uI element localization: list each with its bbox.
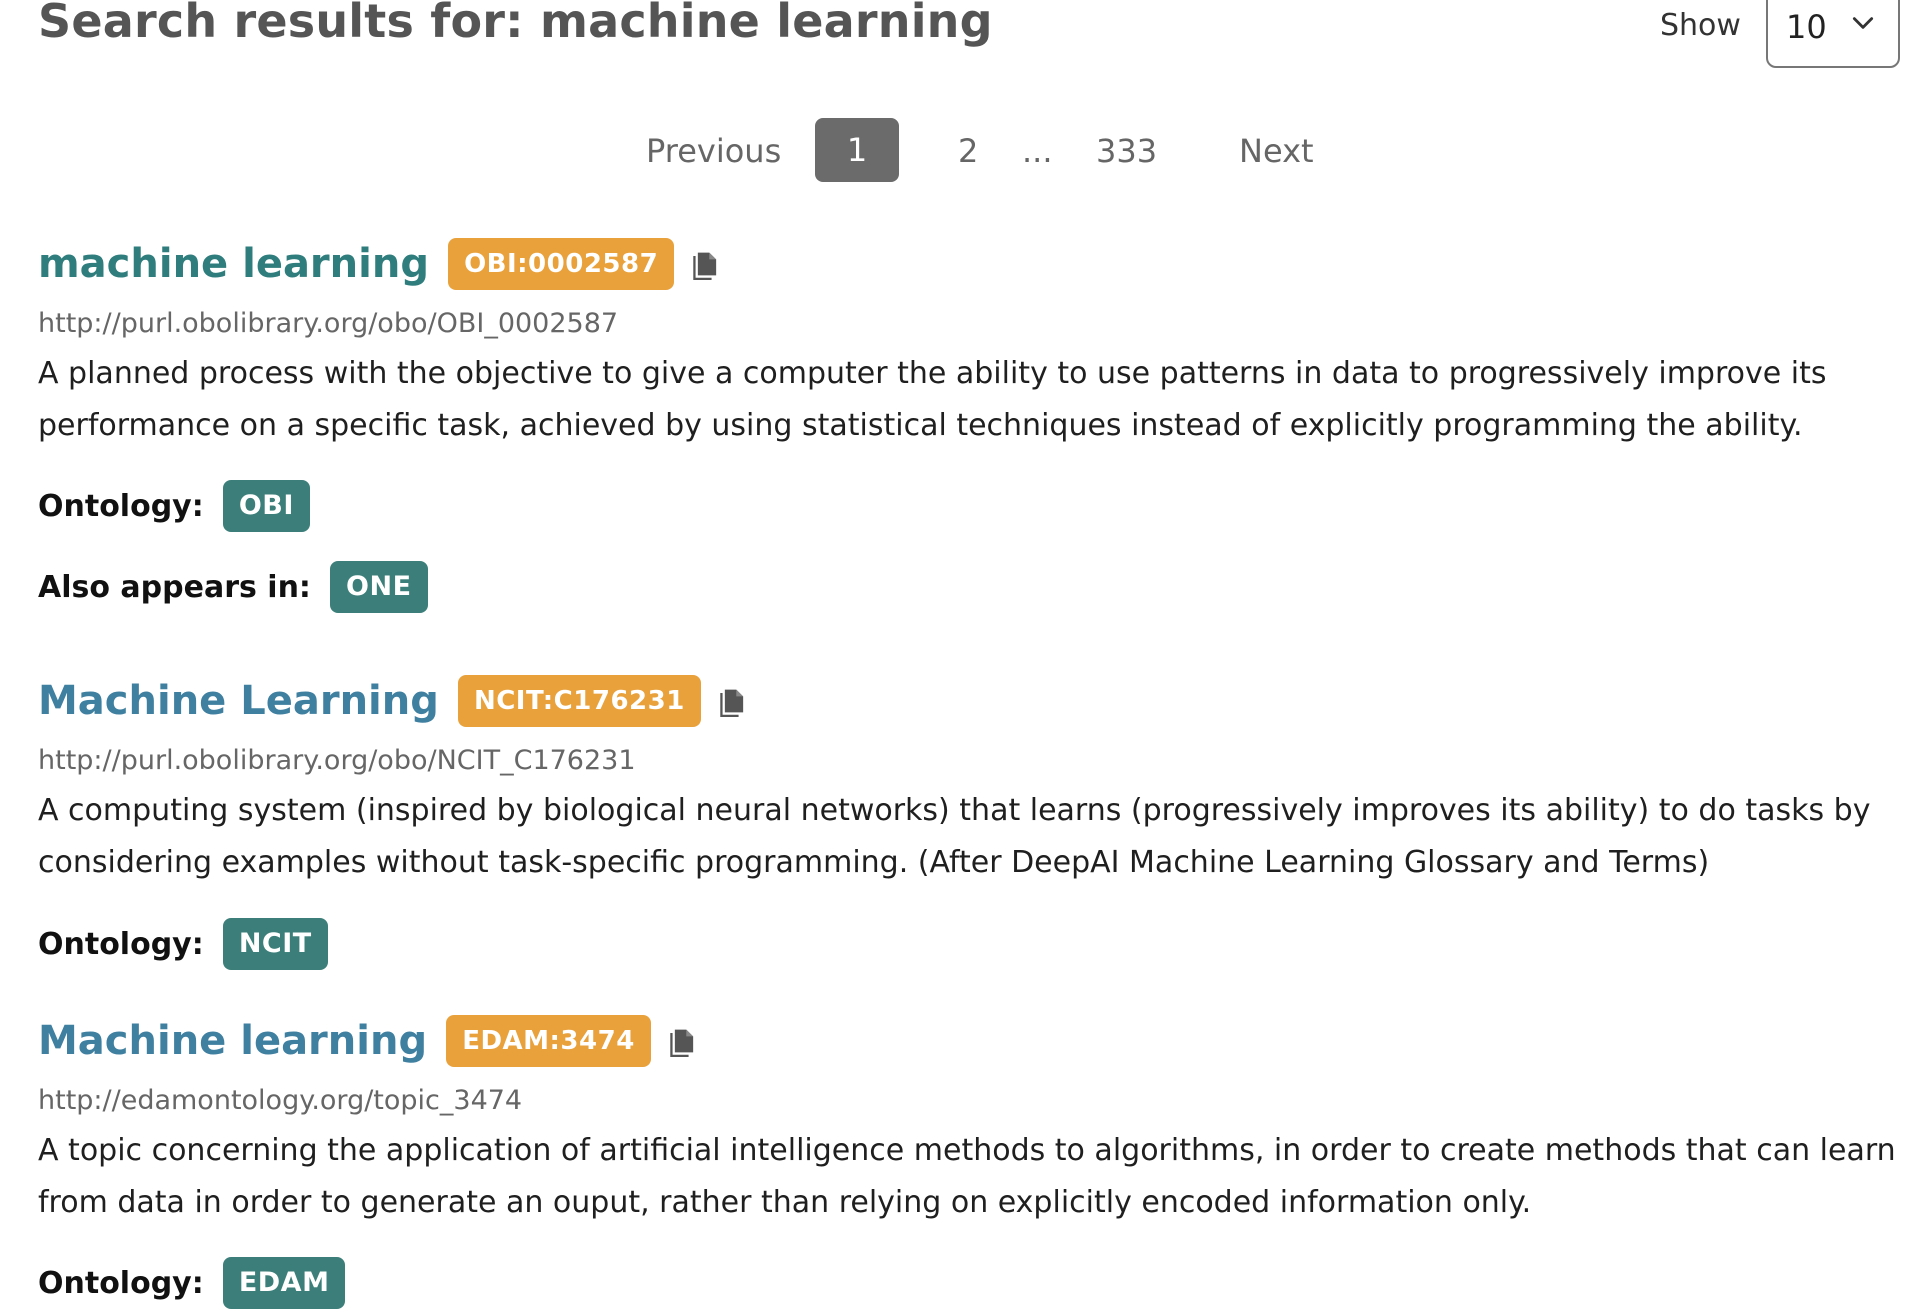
pagination-page-last[interactable]: 333 (1096, 132, 1157, 170)
result-iri: http://purl.obolibrary.org/obo/NCIT_C176… (38, 745, 636, 776)
result-iri: http://edamontology.org/topic_3474 (38, 1085, 523, 1116)
page-size-select[interactable]: 10 (1766, 0, 1900, 68)
pagination-page-2[interactable]: 2 (958, 132, 978, 170)
pagination-ellipsis: ... (1022, 132, 1053, 170)
ontology-row: Ontology: OBI (38, 480, 310, 532)
result-title-link[interactable]: Machine learning (38, 1018, 427, 1064)
page-size-value: 10 (1786, 8, 1827, 46)
result-id-badge: EDAM:3474 (446, 1015, 651, 1067)
ontology-badge[interactable]: NCIT (222, 918, 328, 970)
page-title: Search results for: machine learning (38, 0, 993, 48)
pagination-page-current[interactable]: 1 (815, 118, 899, 182)
ontology-label: Ontology: (38, 926, 204, 962)
result-id-badge: OBI:0002587 (448, 238, 675, 290)
copy-icon[interactable] (720, 685, 748, 717)
also-appears-label: Also appears in: (38, 569, 311, 605)
show-label: Show (1660, 8, 1741, 43)
ontology-badge[interactable]: OBI (222, 480, 310, 532)
result-description: A topic concerning the application of ar… (38, 1133, 1896, 1220)
ontology-badge[interactable]: EDAM (222, 1257, 346, 1309)
ontology-label: Ontology: (38, 1265, 204, 1301)
copy-icon[interactable] (693, 248, 721, 280)
result-title-row: Machine learning EDAM:3474 (38, 1015, 698, 1071)
pagination-next[interactable]: Next (1239, 132, 1314, 170)
pagination: Previous 1 2 ... 333 Next (38, 118, 1908, 182)
result-iri: http://purl.obolibrary.org/obo/OBI_00025… (38, 308, 619, 339)
result-description: A planned process with the objective to … (38, 356, 1827, 443)
result-title-link[interactable]: Machine Learning (38, 678, 439, 724)
result-description: A computing system (inspired by biologic… (38, 793, 1871, 880)
result-title-row: machine learning OBI:0002587 (38, 238, 721, 294)
pagination-previous[interactable]: Previous (646, 132, 781, 170)
copy-icon[interactable] (670, 1025, 698, 1057)
ontology-label: Ontology: (38, 488, 204, 524)
result-title-link[interactable]: machine learning (38, 241, 429, 287)
also-appears-badge[interactable]: ONE (330, 561, 428, 613)
result-title-row: Machine Learning NCIT:C176231 (38, 675, 748, 731)
also-appears-row: Also appears in: ONE (38, 561, 428, 613)
ontology-row: Ontology: NCIT (38, 918, 328, 970)
ontology-row: Ontology: EDAM (38, 1257, 346, 1309)
chevron-down-icon (1852, 17, 1874, 29)
result-id-badge: NCIT:C176231 (457, 675, 701, 727)
